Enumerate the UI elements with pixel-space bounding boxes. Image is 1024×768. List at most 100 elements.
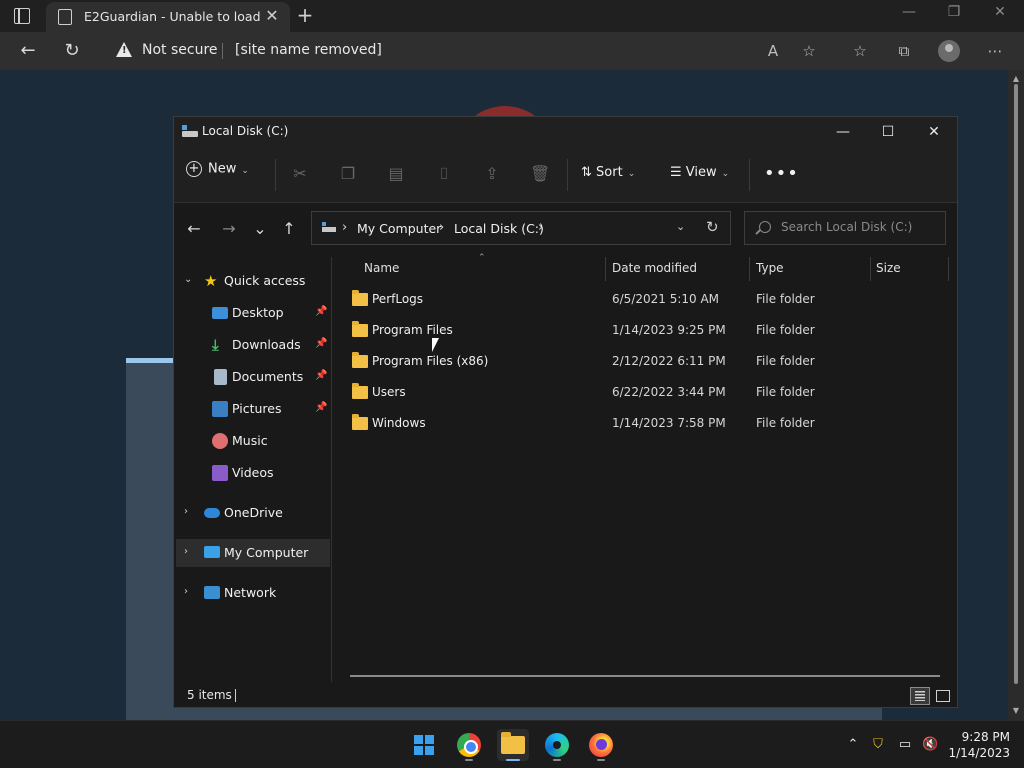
sidebar-item-onedrive[interactable]: › OneDrive bbox=[176, 499, 330, 527]
browser-tab[interactable]: E2Guardian - Unable to load web page ✕ bbox=[46, 2, 290, 32]
collections-icon[interactable]: ⧉ bbox=[893, 40, 915, 62]
sidebar-item-quick-access[interactable]: ⌄ ★ Quick access bbox=[176, 267, 330, 295]
rename-icon[interactable]: ⌷ bbox=[434, 164, 454, 184]
table-row[interactable]: Program Files 1/14/2023 9:25 PM File fol… bbox=[334, 316, 954, 346]
volume-muted-icon[interactable]: 🔇 bbox=[922, 737, 938, 753]
column-header-date-modified[interactable]: Date modified bbox=[612, 261, 697, 275]
security-shield-icon[interactable]: ⛉ bbox=[870, 737, 886, 753]
close-button[interactable]: ✕ bbox=[911, 120, 957, 144]
new-tab-icon[interactable]: + bbox=[295, 3, 315, 27]
column-divider[interactable] bbox=[948, 257, 949, 281]
breadcrumb[interactable]: › My Computer › Local Disk (C:) › ⌄ ↻ bbox=[311, 211, 731, 245]
table-row[interactable]: Users 6/22/2022 3:44 PM File folder bbox=[334, 378, 954, 408]
column-divider[interactable] bbox=[605, 257, 606, 281]
share-icon[interactable]: ⇪ bbox=[482, 164, 502, 184]
scroll-down-icon[interactable]: ▼ bbox=[1011, 706, 1021, 715]
warning-icon[interactable]: ! bbox=[116, 42, 132, 57]
paste-icon[interactable]: ▤ bbox=[386, 164, 406, 184]
sidebar-item-pictures[interactable]: Pictures 📌 bbox=[176, 395, 330, 423]
firefox-icon bbox=[589, 733, 613, 757]
delete-icon[interactable]: 🗑 bbox=[530, 164, 550, 184]
sort-button[interactable]: ⇅ Sort ⌄ bbox=[581, 165, 635, 180]
scroll-thumb[interactable] bbox=[1014, 84, 1018, 684]
drive-icon bbox=[322, 222, 336, 233]
details-view-button[interactable] bbox=[910, 687, 930, 705]
url-field[interactable]: [site name removed] bbox=[235, 42, 382, 58]
large-icons-view-button[interactable] bbox=[934, 687, 952, 705]
address-dropdown-icon[interactable]: ⌄ bbox=[676, 220, 685, 233]
clock-date[interactable]: 1/14/2023 bbox=[948, 746, 1010, 760]
column-header-name[interactable]: Name bbox=[364, 261, 399, 275]
tab-actions-icon[interactable] bbox=[14, 8, 30, 24]
chevron-down-icon[interactable]: ⌄ bbox=[184, 274, 192, 285]
profile-icon[interactable] bbox=[938, 40, 960, 62]
search-box[interactable] bbox=[744, 211, 946, 245]
sidebar-item-documents[interactable]: Documents 📌 bbox=[176, 363, 330, 391]
back-button[interactable]: ← bbox=[182, 218, 206, 240]
favorites-icon[interactable]: ☆ bbox=[849, 40, 871, 62]
refresh-icon[interactable]: ↻ bbox=[706, 218, 719, 236]
sidebar-item-videos[interactable]: Videos bbox=[176, 459, 330, 487]
more-icon[interactable]: ⋯ bbox=[984, 40, 1006, 62]
start-button[interactable] bbox=[408, 729, 440, 761]
sidebar-item-downloads[interactable]: ⤓ Downloads 📌 bbox=[176, 331, 330, 359]
table-row[interactable]: Program Files (x86) 2/12/2022 6:11 PM Fi… bbox=[334, 347, 954, 377]
view-button[interactable]: ☰ View ⌄ bbox=[670, 165, 729, 180]
column-header-type[interactable]: Type bbox=[756, 261, 784, 275]
read-aloud-icon[interactable]: A bbox=[762, 40, 784, 62]
up-button[interactable]: ↑ bbox=[277, 218, 301, 240]
see-more-icon[interactable]: ••• bbox=[764, 163, 799, 184]
table-row[interactable]: Windows 1/14/2023 7:58 PM File folder bbox=[334, 409, 954, 439]
sidebar-item-music[interactable]: Music bbox=[176, 427, 330, 455]
chevron-right-icon[interactable]: › bbox=[439, 220, 444, 235]
sidebar-item-desktop[interactable]: Desktop 📌 bbox=[176, 299, 330, 327]
maximize-button[interactable]: ☐ bbox=[865, 120, 911, 144]
navigation-bar: ← → ⌄ ↑ › My Computer › Local Disk (C:) … bbox=[174, 204, 957, 254]
chevron-right-icon[interactable]: › bbox=[184, 506, 188, 517]
refresh-icon[interactable]: ↻ bbox=[60, 39, 84, 63]
chevron-right-icon[interactable]: › bbox=[184, 546, 188, 557]
column-divider[interactable] bbox=[870, 257, 871, 281]
tab-close-icon[interactable]: ✕ bbox=[264, 6, 280, 26]
taskbar-app-chrome[interactable] bbox=[453, 729, 485, 761]
chevron-right-icon[interactable]: › bbox=[342, 220, 347, 235]
file-type: File folder bbox=[756, 416, 815, 430]
column-header-size[interactable]: Size bbox=[876, 261, 901, 275]
computer-icon bbox=[204, 546, 220, 558]
security-label[interactable]: Not secure bbox=[142, 42, 218, 58]
copy-icon[interactable]: ❐ bbox=[338, 164, 358, 184]
column-divider[interactable] bbox=[749, 257, 750, 281]
breadcrumb-item-local-disk[interactable]: Local Disk (C:) bbox=[454, 221, 544, 236]
item-count: 5 items bbox=[187, 688, 232, 702]
search-input[interactable] bbox=[781, 220, 941, 234]
explorer-title-bar[interactable]: Local Disk (C:) — ☐ ✕ bbox=[174, 117, 957, 147]
scroll-up-icon[interactable]: ▲ bbox=[1011, 74, 1021, 83]
chevron-right-icon[interactable]: › bbox=[184, 586, 188, 597]
chevron-right-icon[interactable]: › bbox=[538, 220, 543, 235]
page-scrollbar[interactable]: ▲ ▼ bbox=[1008, 70, 1024, 720]
add-favorite-icon[interactable]: ☆ bbox=[798, 40, 820, 62]
minimize-button[interactable]: — bbox=[820, 120, 866, 144]
browser-restore-button[interactable]: ❐ bbox=[934, 4, 974, 26]
browser-minimize-button[interactable]: — bbox=[889, 4, 929, 26]
horizontal-scrollbar[interactable] bbox=[350, 675, 940, 677]
file-name: Users bbox=[372, 385, 406, 399]
cut-icon[interactable]: ✂ bbox=[290, 164, 310, 184]
breadcrumb-item-my-computer[interactable]: My Computer bbox=[357, 221, 441, 236]
forward-button[interactable]: → bbox=[217, 218, 241, 240]
clock-time[interactable]: 9:28 PM bbox=[948, 730, 1010, 744]
table-row[interactable]: PerfLogs 6/5/2021 5:10 AM File folder bbox=[334, 285, 954, 315]
recent-locations-icon[interactable]: ⌄ bbox=[248, 218, 272, 240]
show-hidden-icons-icon[interactable]: ⌃ bbox=[845, 737, 861, 753]
network-status-icon[interactable]: ▭ bbox=[897, 737, 913, 753]
pane-divider[interactable] bbox=[331, 257, 332, 682]
sidebar-label: Downloads bbox=[232, 337, 301, 352]
taskbar-app-file-explorer[interactable] bbox=[497, 729, 529, 761]
sidebar-item-my-computer[interactable]: › My Computer bbox=[176, 539, 330, 567]
sidebar-item-network[interactable]: › Network bbox=[176, 579, 330, 607]
new-button[interactable]: + New ⌄ bbox=[186, 161, 249, 187]
browser-close-button[interactable]: ✕ bbox=[980, 4, 1020, 26]
taskbar-app-firefox[interactable] bbox=[585, 729, 617, 761]
back-icon[interactable]: ← bbox=[16, 39, 40, 63]
taskbar-app-edge[interactable] bbox=[541, 729, 573, 761]
